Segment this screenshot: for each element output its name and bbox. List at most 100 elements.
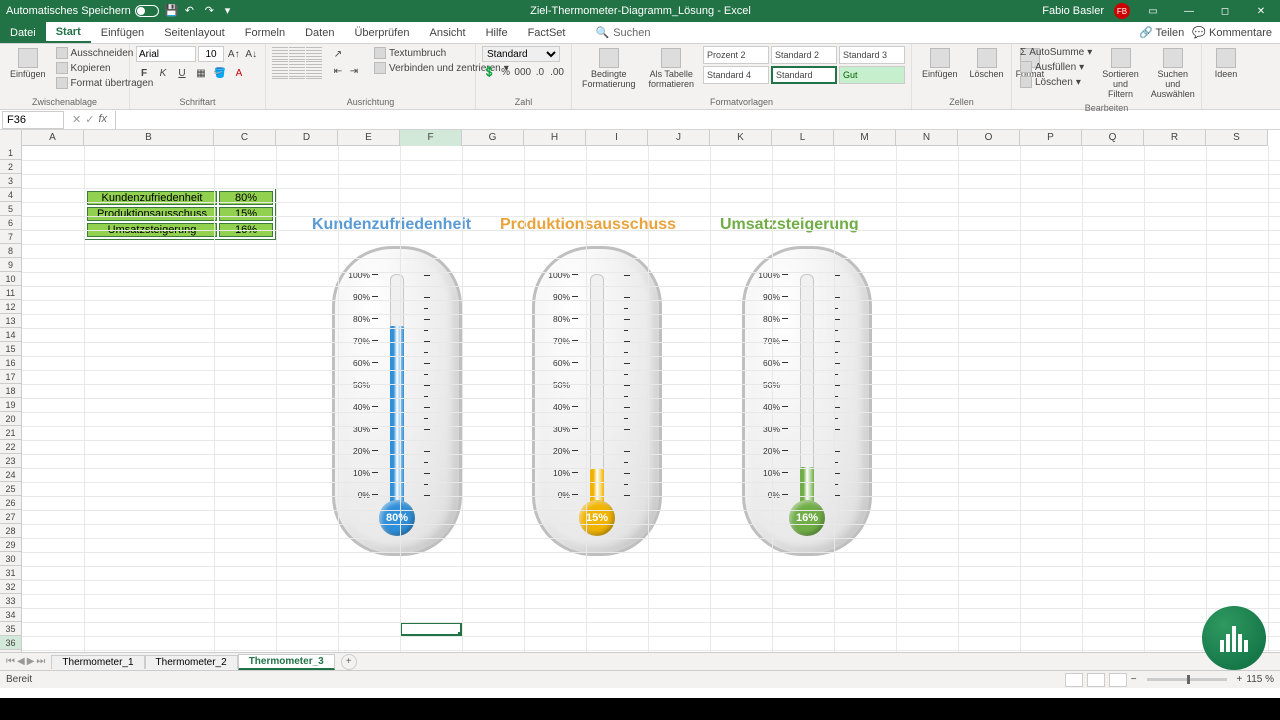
minimize-icon[interactable]: — xyxy=(1176,2,1202,20)
col-header-A[interactable]: A xyxy=(22,130,84,146)
increase-decimal-icon[interactable]: .0 xyxy=(533,64,547,80)
sheet-tab-3[interactable]: Thermometer_3 xyxy=(238,654,335,670)
row-header-36[interactable]: 36 xyxy=(0,636,21,650)
format-as-table-button[interactable]: Als Tabelle formatieren xyxy=(644,46,699,92)
worksheet-grid[interactable]: ABCDEFGHIJKLMNOPQRS 12345678910111213141… xyxy=(0,130,1280,652)
close-icon[interactable]: ✕ xyxy=(1248,2,1274,20)
name-box[interactable] xyxy=(2,111,64,129)
row-header-6[interactable]: 6 xyxy=(0,216,21,230)
col-header-S[interactable]: S xyxy=(1206,130,1268,146)
zoom-in-button[interactable]: + xyxy=(1237,674,1243,685)
col-header-J[interactable]: J xyxy=(648,130,710,146)
number-format-select[interactable]: Standard xyxy=(482,46,560,62)
row-header-13[interactable]: 13 xyxy=(0,314,21,328)
row-header-18[interactable]: 18 xyxy=(0,384,21,398)
select-all-corner[interactable] xyxy=(0,130,22,146)
ribbon-display-icon[interactable]: ▭ xyxy=(1140,2,1166,20)
maximize-icon[interactable]: ◻ xyxy=(1212,2,1238,20)
row-header-1[interactable]: 1 xyxy=(0,146,21,160)
redo-icon[interactable]: ↷ xyxy=(205,4,219,18)
row-header-22[interactable]: 22 xyxy=(0,440,21,454)
col-header-F[interactable]: F xyxy=(400,130,462,146)
enter-formula-icon[interactable]: ✓ xyxy=(85,113,94,126)
col-header-N[interactable]: N xyxy=(896,130,958,146)
underline-button[interactable]: U xyxy=(174,65,190,81)
col-header-E[interactable]: E xyxy=(338,130,400,146)
decrease-indent-icon[interactable]: ⇤ xyxy=(330,63,346,79)
font-name-input[interactable] xyxy=(136,46,196,62)
col-header-I[interactable]: I xyxy=(586,130,648,146)
zoom-level[interactable]: 115 % xyxy=(1246,674,1274,685)
sheet-tab-1[interactable]: Thermometer_1 xyxy=(51,655,144,669)
col-header-G[interactable]: G xyxy=(462,130,524,146)
decrease-decimal-icon[interactable]: .00 xyxy=(549,64,565,80)
row-header-7[interactable]: 7 xyxy=(0,230,21,244)
row-header-14[interactable]: 14 xyxy=(0,328,21,342)
tab-file[interactable]: Datei xyxy=(0,22,46,43)
comments-button[interactable]: 💬 Kommentare xyxy=(1192,26,1272,39)
orientation-button[interactable]: ↗ xyxy=(330,46,346,62)
sheet-nav-prev-icon[interactable]: ◀ xyxy=(17,656,25,667)
row-header-27[interactable]: 27 xyxy=(0,510,21,524)
paste-button[interactable]: Einfügen xyxy=(6,46,50,82)
col-header-C[interactable]: C xyxy=(214,130,276,146)
autosum-button[interactable]: Σ AutoSumme ▾ xyxy=(1018,46,1094,59)
row-header-26[interactable]: 26 xyxy=(0,496,21,510)
new-sheet-button[interactable]: + xyxy=(341,654,357,670)
tab-help[interactable]: Hilfe xyxy=(476,22,518,43)
fill-button[interactable]: Ausfüllen ▾ xyxy=(1018,60,1094,74)
formula-input[interactable] xyxy=(115,111,1280,129)
active-cell[interactable] xyxy=(400,622,462,636)
row-header-24[interactable]: 24 xyxy=(0,468,21,482)
increase-font-icon[interactable]: A↑ xyxy=(226,46,242,62)
alignment-grid[interactable] xyxy=(272,46,322,79)
save-icon[interactable]: 💾 xyxy=(165,4,179,18)
qat-customize-icon[interactable]: ▾ xyxy=(225,4,239,18)
row-header-19[interactable]: 19 xyxy=(0,398,21,412)
col-header-B[interactable]: B xyxy=(84,130,214,146)
col-header-Q[interactable]: Q xyxy=(1082,130,1144,146)
row-header-35[interactable]: 35 xyxy=(0,622,21,636)
row-header-5[interactable]: 5 xyxy=(0,202,21,216)
border-button[interactable]: ▦ xyxy=(193,65,209,81)
row-header-21[interactable]: 21 xyxy=(0,426,21,440)
increase-indent-icon[interactable]: ⇥ xyxy=(346,63,362,79)
row-header-9[interactable]: 9 xyxy=(0,258,21,272)
find-select-button[interactable]: Suchen und Auswählen xyxy=(1147,46,1199,102)
insert-cells-button[interactable]: Einfügen xyxy=(918,46,962,82)
zoom-slider[interactable] xyxy=(1147,678,1227,681)
sheet-tab-2[interactable]: Thermometer_2 xyxy=(145,655,238,669)
tab-review[interactable]: Überprüfen xyxy=(344,22,419,43)
row-header-16[interactable]: 16 xyxy=(0,356,21,370)
row-header-32[interactable]: 32 xyxy=(0,580,21,594)
percent-button[interactable]: % xyxy=(498,64,512,80)
italic-button[interactable]: K xyxy=(155,65,171,81)
row-header-37[interactable]: 37 xyxy=(0,650,21,652)
sheet-nav-last-icon[interactable]: ⏭ xyxy=(36,656,45,667)
bold-button[interactable]: F xyxy=(136,65,152,81)
page-break-view-button[interactable] xyxy=(1109,673,1127,687)
sheet-nav-next-icon[interactable]: ▶ xyxy=(27,656,35,667)
cell-styles-gallery[interactable]: Prozent 2 Standard 2 Standard 3 Standard… xyxy=(703,46,905,84)
currency-button[interactable]: 💲 xyxy=(482,64,496,80)
col-header-P[interactable]: P xyxy=(1020,130,1082,146)
comma-button[interactable]: 000 xyxy=(515,64,531,80)
undo-icon[interactable]: ↶ xyxy=(185,4,199,18)
row-header-30[interactable]: 30 xyxy=(0,552,21,566)
tab-formulas[interactable]: Formeln xyxy=(235,22,295,43)
tab-factset[interactable]: FactSet xyxy=(518,22,576,43)
row-header-29[interactable]: 29 xyxy=(0,538,21,552)
row-header-15[interactable]: 15 xyxy=(0,342,21,356)
page-layout-view-button[interactable] xyxy=(1087,673,1105,687)
fx-icon[interactable]: fx xyxy=(98,113,107,126)
col-header-K[interactable]: K xyxy=(710,130,772,146)
row-header-8[interactable]: 8 xyxy=(0,244,21,258)
share-button[interactable]: 🔗 Teilen xyxy=(1139,26,1184,39)
font-color-button[interactable]: A xyxy=(231,65,247,81)
conditional-formatting-button[interactable]: Bedingte Formatierung xyxy=(578,46,640,92)
user-avatar[interactable]: FB xyxy=(1114,3,1130,19)
row-header-33[interactable]: 33 xyxy=(0,594,21,608)
col-header-H[interactable]: H xyxy=(524,130,586,146)
row-header-2[interactable]: 2 xyxy=(0,160,21,174)
sheet-nav-first-icon[interactable]: ⏮ xyxy=(6,656,15,667)
